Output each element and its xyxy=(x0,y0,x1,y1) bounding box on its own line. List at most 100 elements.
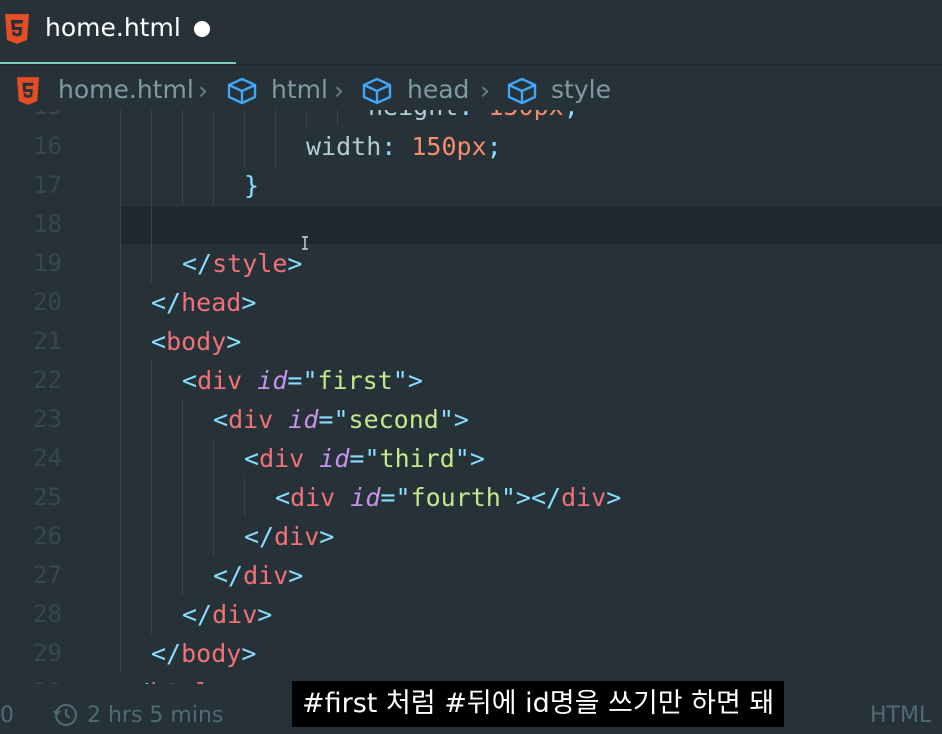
indent-guide xyxy=(182,556,183,595)
code-line[interactable]: 29 </body> xyxy=(0,634,942,673)
indent-guide xyxy=(151,361,152,400)
code-text: } xyxy=(244,171,260,200)
indent-guide xyxy=(182,400,183,439)
indent-guide xyxy=(182,517,183,556)
cube-icon xyxy=(361,77,393,111)
code-line[interactable]: 18 xyxy=(0,205,942,244)
code-line[interactable]: 21 <body> xyxy=(0,322,942,361)
line-number: 28 xyxy=(33,600,62,628)
indent-guide xyxy=(120,478,121,517)
line-number: 26 xyxy=(33,522,62,550)
indent-guide xyxy=(151,127,152,166)
cube-icon xyxy=(506,77,538,111)
code-text: height: 150px; xyxy=(368,110,579,126)
indent-guide xyxy=(244,478,245,517)
text-cursor-icon xyxy=(301,235,309,254)
line-number: 29 xyxy=(33,639,62,667)
breadcrumb: home.html › html › head › style xyxy=(0,66,942,116)
code-text: </head> xyxy=(151,288,257,317)
code-editor[interactable]: 15 height: 150px; 16 width: 150px; 17} 18 19 </… xyxy=(0,110,942,684)
indent-guide xyxy=(182,110,183,126)
code-line[interactable]: 27 </div> xyxy=(0,556,942,595)
code-text: <div id="third"> xyxy=(244,444,485,473)
unsaved-dot-icon[interactable] xyxy=(194,21,210,37)
indent-guide xyxy=(213,478,214,517)
indent-guide xyxy=(120,439,121,478)
indent-guide xyxy=(120,244,121,283)
code-line[interactable]: 24 <div id="third"> xyxy=(0,439,942,478)
line-number: 17 xyxy=(33,171,62,199)
indent-guide xyxy=(151,595,152,634)
indent-guide xyxy=(151,478,152,517)
code-line[interactable]: 16 width: 150px; xyxy=(0,127,942,166)
indent-guide xyxy=(120,110,121,126)
indent-guide xyxy=(151,205,152,244)
chevron-right-icon: › xyxy=(198,76,208,105)
html5-icon xyxy=(4,14,30,48)
line-number: 25 xyxy=(33,483,62,511)
code-text: </style> xyxy=(182,249,303,278)
indent-guide xyxy=(213,439,214,478)
indent-guide xyxy=(213,166,214,205)
code-text: <div id="second"> xyxy=(213,405,469,434)
code-text: <body> xyxy=(151,327,242,356)
breadcrumb-item-head[interactable]: head xyxy=(407,75,469,104)
code-line[interactable]: 25 <div id="fourth"></div> xyxy=(0,478,942,517)
line-number: 20 xyxy=(33,288,62,316)
indent-guide xyxy=(213,127,214,166)
video-subtitle: #first 처럼 #뒤에 id명을 쓰기만 하면 돼 xyxy=(292,681,785,727)
indent-guide xyxy=(151,110,152,126)
code-line[interactable]: 28 </div> xyxy=(0,595,942,634)
code-text: </body> xyxy=(151,639,257,668)
line-number: 15 xyxy=(0,110,62,126)
line-number: 30 xyxy=(0,673,62,684)
indent-guide xyxy=(182,127,183,166)
breadcrumb-item-style[interactable]: style xyxy=(551,75,611,104)
language-mode[interactable]: HTML xyxy=(870,703,931,728)
line-number: 24 xyxy=(33,444,62,472)
indent-guide xyxy=(182,166,183,205)
indent-guide xyxy=(120,283,121,322)
breadcrumb-item-home-html[interactable]: home.html xyxy=(58,75,194,104)
indent-guide xyxy=(213,517,214,556)
code-line[interactable]: 22 <div id="first"> xyxy=(0,361,942,400)
code-text: </div> xyxy=(213,561,304,590)
indent-guide xyxy=(182,439,183,478)
indent-guide xyxy=(151,517,152,556)
indent-guide xyxy=(244,127,245,166)
indent-guide xyxy=(306,110,307,126)
code-line[interactable]: 15 height: 150px; xyxy=(0,110,942,126)
indent-guide xyxy=(120,595,121,634)
indent-guide xyxy=(120,517,121,556)
indent-guide xyxy=(151,166,152,205)
code-line[interactable]: 20 </head> xyxy=(0,283,942,322)
indent-guide xyxy=(244,110,245,126)
code-text: </div> xyxy=(182,600,273,629)
code-text: <div id="first"> xyxy=(182,366,423,395)
indent-guide xyxy=(337,110,338,126)
clock-icon xyxy=(52,703,78,733)
code-text: </div> xyxy=(244,522,335,551)
indent-guide xyxy=(151,400,152,439)
breadcrumb-item-html[interactable]: html xyxy=(271,75,328,104)
code-line[interactable]: 23 <div id="second"> xyxy=(0,400,942,439)
indent-guide xyxy=(120,634,121,673)
cube-icon xyxy=(226,77,258,111)
indent-guide xyxy=(213,110,214,126)
code-text: <div id="fourth"></div> xyxy=(275,483,622,512)
code-line[interactable]: 19 </style> xyxy=(0,244,942,283)
code-text: </html> xyxy=(120,673,225,684)
indent-guide xyxy=(120,205,121,244)
indent-guide xyxy=(120,400,121,439)
tab-bar: home.html xyxy=(0,0,942,65)
indent-guide xyxy=(120,166,121,205)
coding-time[interactable]: 2 hrs 5 mins xyxy=(87,703,223,728)
code-line[interactable]: 26 </div> xyxy=(0,517,942,556)
chevron-right-icon: › xyxy=(480,76,490,105)
indent-guide xyxy=(120,361,121,400)
code-line[interactable]: 17} xyxy=(0,166,942,205)
indent-guide xyxy=(182,478,183,517)
tab-home-html[interactable]: home.html xyxy=(0,0,236,64)
indent-guide xyxy=(151,556,152,595)
status-indicator[interactable]: 0 xyxy=(0,703,14,728)
